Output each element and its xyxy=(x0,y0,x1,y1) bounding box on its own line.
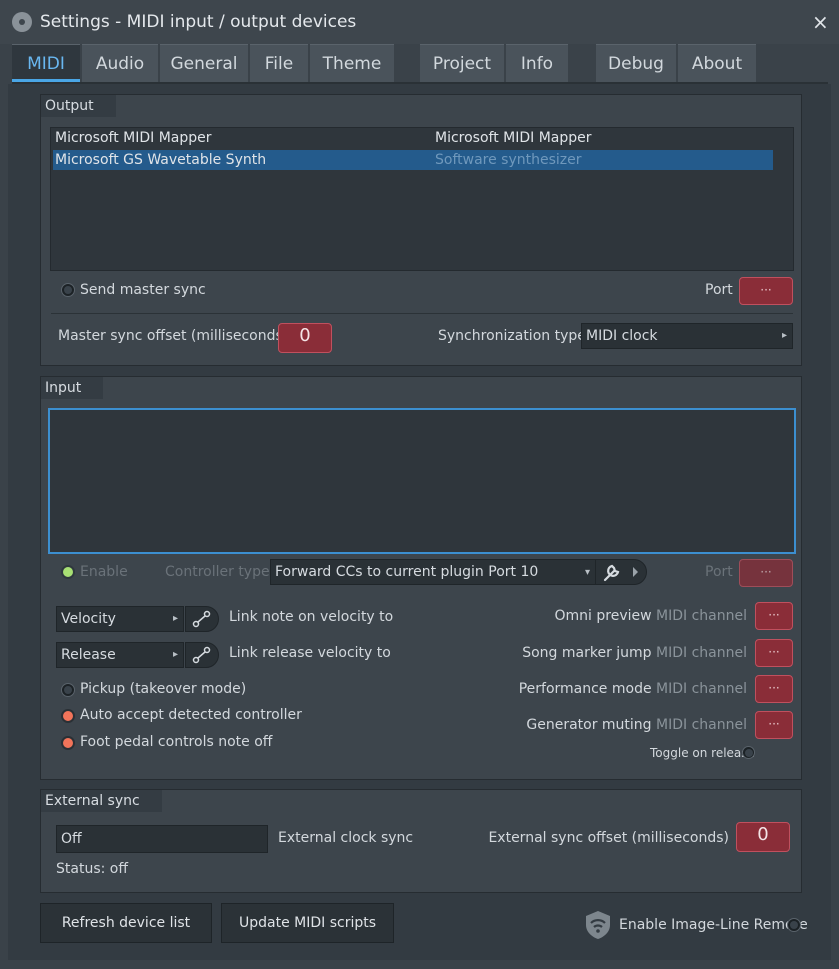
list-item[interactable]: Microsoft MIDI Mapper Microsoft MIDI Map… xyxy=(53,128,773,148)
input-port-selector[interactable]: ··· xyxy=(739,559,793,587)
song-marker-channel[interactable]: ··· xyxy=(755,639,793,667)
output-title: Output xyxy=(41,95,116,117)
tab-debug[interactable]: Debug xyxy=(596,44,676,82)
pickup-label: Pickup (takeover mode) xyxy=(80,681,247,697)
refresh-device-list-button[interactable]: Refresh device list xyxy=(40,903,212,943)
chevron-right-icon: ▸ xyxy=(781,330,787,341)
send-master-sync-label: Send master sync xyxy=(80,282,206,298)
tab-midi[interactable]: MIDI xyxy=(12,44,80,82)
input-port-label: Port xyxy=(705,564,733,580)
midi-channel-suffix: MIDI channel xyxy=(656,681,747,697)
midi-channel-suffix: MIDI channel xyxy=(656,645,747,661)
tab-about[interactable]: About xyxy=(678,44,756,82)
foot-pedal-label: Foot pedal controls note off xyxy=(80,734,273,750)
tab-info[interactable]: Info xyxy=(506,44,568,82)
tab-theme[interactable]: Theme xyxy=(310,44,394,82)
performance-mode-label: Performance mode xyxy=(518,681,652,697)
link-icon xyxy=(192,610,211,628)
divider xyxy=(51,313,793,314)
song-marker-label: Song marker jump xyxy=(522,645,652,661)
sync-type-label: Synchronization type xyxy=(438,328,586,344)
output-group: Output Microsoft MIDI Mapper Microsoft M… xyxy=(40,94,802,366)
song-marker-row: Song marker jump MIDI channel xyxy=(522,645,747,661)
device-name: Microsoft MIDI Mapper xyxy=(55,130,212,146)
performance-mode-channel[interactable]: ··· xyxy=(755,675,793,703)
link-velocity-button[interactable] xyxy=(185,606,219,632)
omni-preview-label: Omni preview xyxy=(554,608,652,624)
controller-type-value: Forward CCs to current plugin Port 10 xyxy=(275,564,539,580)
release-value: Release xyxy=(61,647,116,663)
controller-type-dropdown[interactable]: Forward CCs to current plugin Port 10 ▾ xyxy=(270,559,596,585)
external-clock-label: External clock sync xyxy=(278,830,414,846)
enable-remote-label: Enable Image-Line Remote xyxy=(619,917,808,933)
output-port-label: Port xyxy=(705,282,733,298)
omni-preview-row: Omni preview MIDI channel xyxy=(555,608,747,624)
input-enable-led[interactable] xyxy=(61,565,75,579)
toggle-on-release-label: Toggle on release xyxy=(650,746,755,760)
sync-type-dropdown[interactable]: MIDI clock ▸ xyxy=(581,323,793,349)
generator-muting-channel[interactable]: ··· xyxy=(755,711,793,739)
tab-file[interactable]: File xyxy=(250,44,308,82)
wrench-icon xyxy=(603,564,638,582)
chevron-right-icon: ▸ xyxy=(172,649,178,660)
enable-remote-led[interactable] xyxy=(787,918,801,932)
chevron-down-icon: ▾ xyxy=(584,567,590,578)
controller-settings-button[interactable] xyxy=(595,559,647,585)
auto-accept-label: Auto accept detected controller xyxy=(80,707,302,723)
external-clock-value: Off xyxy=(61,831,82,847)
device-type: Software synthesizer xyxy=(435,152,582,168)
fl-studio-icon xyxy=(12,12,32,32)
performance-mode-row: Performance mode MIDI channel xyxy=(519,681,747,697)
link-release-button[interactable] xyxy=(185,642,219,668)
generator-muting-label: Generator muting xyxy=(526,717,652,733)
release-dropdown[interactable]: Release ▸ xyxy=(56,642,184,668)
midi-channel-suffix: MIDI channel xyxy=(656,608,747,624)
controller-type-label: Controller type xyxy=(165,564,270,580)
velocity-value: Velocity xyxy=(61,611,116,627)
wifi-shield-icon xyxy=(586,911,610,939)
tab-project[interactable]: Project xyxy=(420,44,504,82)
output-device-list[interactable]: Microsoft MIDI Mapper Microsoft MIDI Map… xyxy=(50,127,794,271)
external-sync-group: External sync Off External clock sync Ex… xyxy=(40,789,802,893)
sync-type-value: MIDI clock xyxy=(586,328,658,344)
omni-preview-channel[interactable]: ··· xyxy=(755,602,793,630)
external-clock-dropdown[interactable]: Off xyxy=(56,825,268,853)
chevron-right-icon: ▸ xyxy=(172,613,178,624)
generator-muting-row: Generator muting MIDI channel xyxy=(526,717,747,733)
send-master-sync-led[interactable] xyxy=(61,283,75,297)
title-bar[interactable]: Settings - MIDI input / output devices × xyxy=(0,0,839,44)
tab-general[interactable]: General xyxy=(160,44,248,82)
input-device-list[interactable] xyxy=(48,408,796,554)
link-icon xyxy=(192,646,211,664)
device-name: Microsoft GS Wavetable Synth xyxy=(55,152,267,168)
input-title: Input xyxy=(41,377,104,399)
link-velocity-label: Link note on velocity to xyxy=(229,609,394,625)
midi-channel-suffix: MIDI channel xyxy=(656,717,747,733)
close-icon[interactable]: × xyxy=(812,10,829,34)
auto-accept-led[interactable] xyxy=(61,709,75,723)
external-sync-status: Status: off xyxy=(56,861,128,877)
foot-pedal-led[interactable] xyxy=(61,736,75,750)
external-sync-offset-knob[interactable]: 0 xyxy=(736,822,790,852)
list-item-selected[interactable]: Microsoft GS Wavetable Synth Software sy… xyxy=(53,150,773,170)
device-type: Microsoft MIDI Mapper xyxy=(435,130,592,146)
velocity-dropdown[interactable]: Velocity ▸ xyxy=(56,606,184,632)
output-port-selector[interactable]: ··· xyxy=(739,277,793,305)
master-sync-offset-knob[interactable]: 0 xyxy=(278,323,332,353)
input-group: Input Enable Controller type Forward CCs… xyxy=(40,376,802,780)
link-release-label: Link release velocity to xyxy=(229,645,391,661)
window-title: Settings - MIDI input / output devices xyxy=(40,12,357,32)
toggle-on-release-led[interactable] xyxy=(742,746,755,759)
master-sync-offset-label: Master sync offset (milliseconds) xyxy=(58,328,289,344)
update-midi-scripts-button[interactable]: Update MIDI scripts xyxy=(221,903,394,943)
midi-settings-panel: Output Microsoft MIDI Mapper Microsoft M… xyxy=(8,84,831,960)
settings-window: Settings - MIDI input / output devices ×… xyxy=(0,0,839,969)
tab-audio[interactable]: Audio xyxy=(82,44,158,82)
input-enable-label: Enable xyxy=(80,564,128,580)
external-sync-title: External sync xyxy=(41,790,162,812)
pickup-led[interactable] xyxy=(61,683,75,697)
external-sync-offset-label: External sync offset (milliseconds) xyxy=(488,830,729,846)
